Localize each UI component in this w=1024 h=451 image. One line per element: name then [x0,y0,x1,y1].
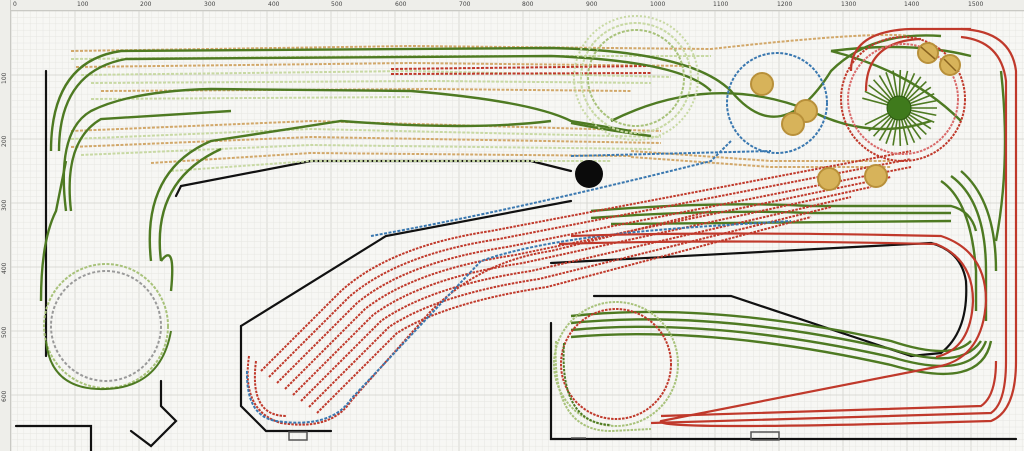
wall-stair [129,379,178,448]
horizontal-ruler [0,0,1024,11]
ruler-left-label: 600 [1,390,8,402]
ruler-left-label: 100 [1,72,8,84]
ruler-top-label: 800 [522,1,534,8]
wall-bottom-left [14,424,93,451]
grid [11,11,1024,451]
roundhouse-stall-track [898,69,902,97]
ruler-top-label: 900 [586,1,598,8]
ruler-left-label: 500 [1,326,8,338]
ruler-left-label: 400 [1,262,8,274]
ruler-top-label: 1000 [650,1,666,8]
vertical-ruler [0,0,11,451]
turntable-3 [781,112,805,136]
ruler-top-label: 100 [77,1,89,8]
black-tunnel-portal[interactable] [575,160,603,188]
ruler-top-label: 600 [395,1,407,8]
roundhouse-stall-track [898,119,902,147]
red-loop-lower [553,301,679,433]
ruler-top-label: 400 [268,1,280,8]
turntable-5 [864,164,888,188]
ruler-top-label: 1500 [968,1,984,8]
ruler-left-label: 200 [1,135,8,147]
roundhouse-turntable [886,95,912,121]
ruler-left-label: 300 [1,199,8,211]
ruler-top-label: 700 [459,1,471,8]
helix-top-center [573,15,699,141]
ruler-top-label: 500 [331,1,343,8]
ruler-top-label: 200 [140,1,152,8]
ruler-top-label: 1100 [713,1,729,8]
track-plan-canvas[interactable] [11,11,1024,451]
turntable-4 [817,167,841,191]
layout-editor: 0 100 200 300 400 500 600 700 800 900 1000 1100 1200… [0,0,1024,451]
ruler-top-label: 0 [13,1,17,8]
ruler-top-label: 300 [204,1,216,8]
ruler-top-label: 1300 [841,1,857,8]
ruler-top-label: 1200 [777,1,793,8]
turntable-1 [750,72,774,96]
ruler-top-label: 1400 [904,1,920,8]
